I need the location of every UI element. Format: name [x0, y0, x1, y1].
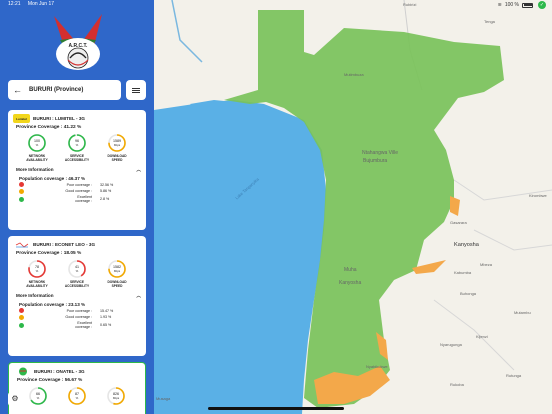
svg-text:Kbps: Kbps — [114, 269, 121, 273]
svg-text:%: % — [36, 269, 39, 273]
lake-tanganyika — [154, 100, 326, 414]
red-dot-icon — [19, 182, 24, 188]
province-coverage: Province Coverage : 41.22 % — [16, 125, 82, 130]
card-title: BURURI : LUMITEL - 3G — [33, 116, 85, 121]
wifi-icon: ≋ — [497, 2, 502, 8]
orange-dot-icon — [19, 314, 24, 320]
map-label: Tenga — [484, 19, 495, 24]
gauge-network-availability: 100 % NETWORK AVAILABILITY — [22, 133, 52, 162]
svg-text:A.R.C.T.: A.R.C.T. — [69, 43, 89, 49]
more-information-toggle[interactable]: More Information ︿ — [13, 167, 141, 173]
svg-text:%: % — [76, 396, 79, 400]
map-label: Buhonga — [460, 291, 477, 296]
map-label: Nyabikokwe — [366, 364, 388, 369]
map-label: Rubirizi — [403, 2, 417, 7]
status-date: Mon Jun 17 — [27, 1, 55, 7]
map-canvas[interactable] — [154, 0, 552, 414]
svg-text:%: % — [76, 143, 79, 147]
chevron-up-icon[interactable]: ︿ — [136, 167, 141, 173]
card-title: BURURI : ONATEL - 3G — [34, 369, 85, 374]
map-label: Kanyosha — [339, 280, 362, 286]
province-coverage: Province Coverage : 18.05 % — [16, 251, 82, 256]
map-label: Bujumbura — [363, 158, 388, 164]
map-label: Musaga — [156, 396, 171, 401]
gauge-row: 66 % 87 % 826 Kbps — [14, 386, 140, 406]
filter-button[interactable] — [126, 80, 146, 100]
econet-logo — [13, 240, 30, 249]
legend-good: Good coverage :5.86 % — [13, 188, 141, 194]
home-indicator[interactable] — [208, 407, 344, 410]
green-dot-icon — [19, 322, 24, 328]
svg-text:%: % — [36, 396, 39, 400]
map-label: Gasarara — [450, 220, 467, 225]
map-label: Rutunga — [506, 373, 522, 378]
operator-card-onatel[interactable]: BURURI : ONATEL - 3G Province Coverage :… — [8, 362, 146, 414]
status-time: 12:21 — [8, 1, 21, 7]
gauge-service-accessibility: 96 % SERVICE ACCESSIBILITY — [62, 133, 92, 162]
gauge-download-speed: 1589 Kbps DOWNLOAD SPEED — [102, 133, 132, 162]
status-bar-right: ≋ 100 % ✓ — [498, 1, 546, 9]
orange-dot-icon — [19, 188, 24, 194]
svg-text:%: % — [76, 269, 79, 273]
gauge-service-accessibility: 87 % — [62, 386, 92, 406]
gauge-network-availability: 78 % NETWORK AVAILABILITY — [22, 259, 52, 288]
gauge-download-speed: 1582 Kbps DOWNLOAD SPEED — [102, 259, 132, 288]
legend-good: Good coverage :1.93 % — [13, 314, 141, 320]
chevron-up-icon[interactable]: ︿ — [136, 293, 141, 299]
battery-icon — [522, 2, 533, 8]
svg-text:Kbps: Kbps — [113, 396, 120, 400]
gauge-row: 78 % NETWORK AVAILABILITY 41 % SERVICE ACC… — [13, 259, 141, 288]
gauge-download-speed: 826 Kbps — [101, 386, 131, 406]
gauge-label: AVAILABILITY — [26, 158, 48, 162]
coverage-map[interactable]: Rubirizi Tenga Mutimbuza Ntahangwa Ville… — [154, 0, 552, 414]
legend-poor: Poor coverage :15.47 % — [13, 308, 141, 314]
more-information-toggle[interactable]: More Information ︿ — [13, 293, 141, 299]
gauge-network-availability: 66 % — [23, 386, 53, 406]
green-dot-icon — [19, 196, 24, 202]
arct-logo: A.R.C.T. — [50, 12, 106, 74]
map-label: Kirombwe — [529, 193, 547, 198]
gauge-label: SPEED — [111, 158, 123, 162]
legend-excellent: Excellent coverage :0.65 % — [13, 321, 141, 329]
operator-card-lumitel[interactable]: Lumitel BURURI : LUMITEL - 3G Province C… — [8, 110, 146, 230]
sidebar-panel: A.R.C.T. ← BURURI (Province) Lumitel BUR… — [0, 0, 154, 414]
province-search-bar[interactable]: ← BURURI (Province) — [8, 80, 121, 100]
legend-poor: Poor coverage :32.56 % — [13, 182, 141, 188]
map-label: Muha — [344, 267, 357, 273]
back-arrow-icon[interactable]: ← — [13, 85, 25, 95]
onatel-logo — [14, 367, 31, 376]
operator-card-econet[interactable]: BURURI : ECONET LEO - 3G Province Covera… — [8, 236, 146, 356]
svg-text:Kbps: Kbps — [114, 143, 121, 147]
map-label: Nyarugunga — [440, 342, 462, 347]
gear-icon[interactable]: ⚙ — [8, 392, 22, 406]
gauge-label: ACCESSIBILITY — [64, 158, 90, 162]
sliders-icon — [132, 87, 140, 94]
map-label: Mutimbuza — [344, 72, 364, 77]
gauge-row: 100 % NETWORK AVAILABILITY 96 % SERVICE AC… — [13, 133, 141, 162]
map-label: Ntahangwa Ville — [362, 150, 399, 156]
map-label: Mbeza — [480, 262, 493, 267]
province-coverage: Province Coverage : 56.67 % — [17, 378, 83, 383]
svg-text:%: % — [36, 143, 39, 147]
legend-excellent: Excellent coverage :2.8 % — [13, 195, 141, 203]
gauge-service-accessibility: 41 % SERVICE ACCESSIBILITY — [62, 259, 92, 288]
map-label: Kabumba — [454, 270, 472, 275]
map-label: Kanyosha — [454, 242, 479, 248]
map-label: Mutambu — [514, 310, 531, 315]
population-coverage: Population coverage : 23.13 % — [19, 302, 86, 307]
population-coverage: Population coverage : 46.37 % — [19, 176, 86, 181]
map-label: Rukoba — [450, 382, 464, 387]
card-title: BURURI : ECONET LEO - 3G — [33, 242, 96, 247]
status-bar-left: 12:21 Mon Jun 17 — [8, 1, 60, 7]
lumitel-logo: Lumitel — [13, 114, 30, 123]
red-dot-icon — [19, 308, 24, 314]
map-label: Kijenzi — [476, 334, 488, 339]
location-icon[interactable]: ✓ — [538, 1, 546, 9]
battery-percent: 100 % — [504, 2, 519, 8]
province-title: BURURI (Province) — [29, 87, 84, 93]
